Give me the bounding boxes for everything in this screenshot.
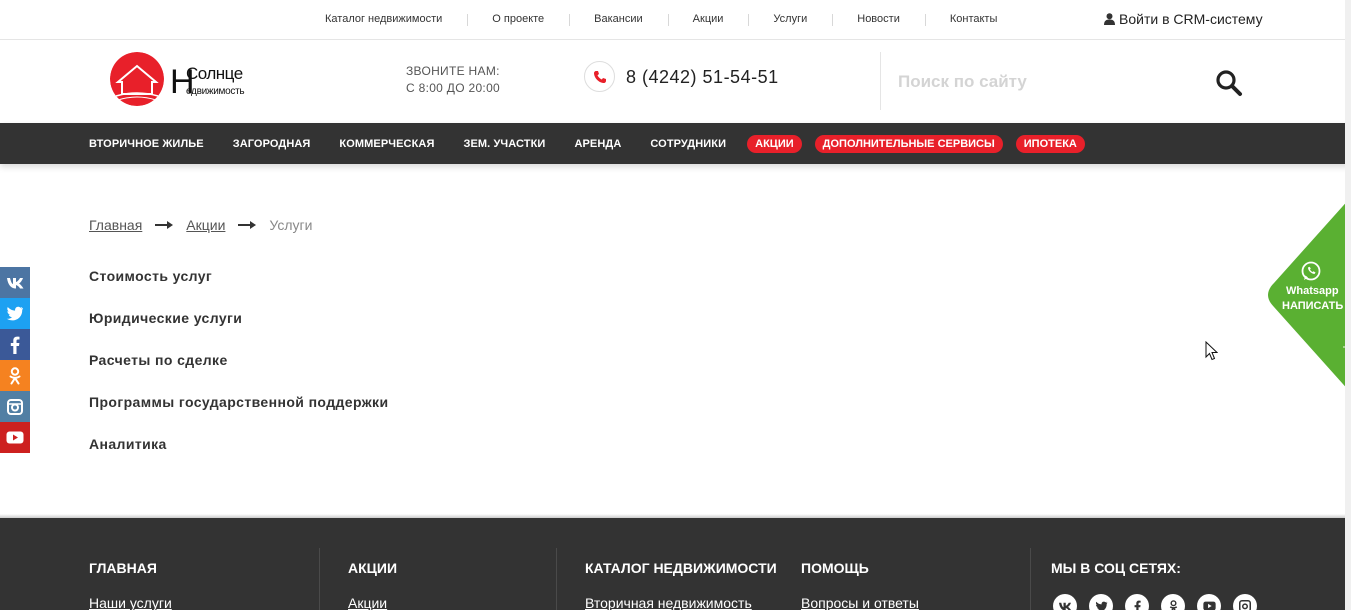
footer-link-faq[interactable]: Вопросы и ответы xyxy=(801,595,919,610)
mouse-cursor-icon xyxy=(1205,341,1218,361)
top-links: Каталог недвижимости О проекте Вакансии … xyxy=(300,13,1023,26)
whatsapp-label: Whatsapp xyxy=(1286,285,1339,297)
twitter-icon xyxy=(6,306,24,321)
footer-link-promo[interactable]: Акции xyxy=(348,595,387,610)
breadcrumb-promo[interactable]: Акции xyxy=(186,217,225,233)
toplink-catalog[interactable]: Каталог недвижимости xyxy=(300,13,467,25)
footer-title-catalog[interactable]: КАТАЛОГ НЕДВИЖИМОСТИ xyxy=(585,560,777,576)
service-link-gov-support[interactable]: Программы государственной поддержки xyxy=(89,394,388,436)
instagram-button[interactable] xyxy=(0,391,30,422)
vk-button[interactable] xyxy=(0,267,30,298)
search-input[interactable] xyxy=(898,70,1188,94)
footer-divider xyxy=(319,548,320,610)
footer-instagram-icon[interactable] xyxy=(1233,594,1257,610)
nav-item-staff[interactable]: СОТРУДНИКИ xyxy=(650,138,726,150)
service-link-legal[interactable]: Юридические услуги xyxy=(89,310,388,352)
footer-title-home[interactable]: ГЛАВНАЯ xyxy=(89,560,157,576)
odnoklassniki-button[interactable] xyxy=(0,360,30,391)
youtube-button[interactable] xyxy=(0,422,30,453)
nav-pill-mortgage[interactable]: ИПОТЕКА xyxy=(1015,134,1085,153)
main-nav: ВТОРИЧНОЕ ЖИЛЬЕ ЗАГОРОДНАЯ КОММЕРЧЕСКАЯ … xyxy=(0,123,1351,164)
odnoklassniki-icon xyxy=(9,366,21,384)
breadcrumb-home[interactable]: Главная xyxy=(89,217,142,233)
footer-link-secondary[interactable]: Вторичная недвижимость xyxy=(585,595,752,610)
toplink-vacancies[interactable]: Вакансии xyxy=(569,13,668,26)
footer-twitter-icon[interactable] xyxy=(1089,594,1113,610)
facebook-button[interactable] xyxy=(0,329,30,360)
arrow-right-icon xyxy=(155,221,174,229)
site-logo[interactable]: Н Солнце едвижимость xyxy=(108,52,248,108)
service-link-settlements[interactable]: Расчеты по сделке xyxy=(89,352,388,394)
breadcrumb-current: Услуги xyxy=(269,217,313,233)
whatsapp-write-label: НАПИСАТЬ xyxy=(1282,300,1344,312)
call-hours-label: С 8:00 ДО 20:00 xyxy=(406,81,501,95)
nav-item-rent[interactable]: АРЕНДА xyxy=(574,138,621,150)
toplink-promo[interactable]: Акции xyxy=(667,13,749,26)
user-icon xyxy=(1104,13,1115,25)
crm-login-label: Войти в CRM-систему xyxy=(1119,11,1263,27)
top-bar: Каталог недвижимости О проекте Вакансии … xyxy=(0,0,1351,40)
breadcrumb: Главная Акции Услуги xyxy=(89,217,312,233)
footer-title-help[interactable]: ПОМОЩЬ xyxy=(801,560,869,576)
site-footer: ГЛАВНАЯ Наши услуги АКЦИИ Акции КАТАЛОГ … xyxy=(0,514,1351,610)
phone-number[interactable]: 8 (4242) 51-54-51 xyxy=(626,67,779,88)
toplink-about[interactable]: О проекте xyxy=(467,13,569,26)
call-us-label: ЗВОНИТЕ НАМ: xyxy=(406,64,500,78)
toplink-news[interactable]: Новости xyxy=(832,13,925,26)
footer-divider xyxy=(1030,548,1031,610)
footer-title-social: МЫ В СОЦ СЕТЯХ: xyxy=(1051,560,1181,576)
logo-house-icon xyxy=(110,52,164,106)
services-list: Стоимость услуг Юридические услуги Расче… xyxy=(89,268,388,478)
arrow-right-icon xyxy=(238,221,257,229)
nav-pill-promo[interactable]: АКЦИИ xyxy=(747,134,802,153)
footer-facebook-icon[interactable] xyxy=(1125,594,1149,610)
crm-login-link[interactable]: Войти в CRM-систему xyxy=(1104,11,1263,27)
search-divider xyxy=(880,52,881,110)
phone-icon xyxy=(584,61,615,92)
footer-link-our-services[interactable]: Наши услуги xyxy=(89,595,172,610)
side-social-bar xyxy=(0,267,30,453)
logo-subtitle: едвижимость xyxy=(186,86,245,97)
site-header: Н Солнце едвижимость ЗВОНИТЕ НАМ: С 8:00… xyxy=(0,40,1351,123)
vk-icon xyxy=(7,277,24,288)
footer-odnoklassniki-icon[interactable] xyxy=(1161,594,1185,610)
search-icon xyxy=(1216,70,1242,96)
toplink-services[interactable]: Услуги xyxy=(748,13,832,26)
nav-item-land[interactable]: ЗЕМ. УЧАСТКИ xyxy=(463,138,545,150)
twitter-button[interactable] xyxy=(0,298,30,329)
footer-vk-icon[interactable] xyxy=(1053,594,1077,610)
footer-divider xyxy=(556,548,557,610)
call-hours: ЗВОНИТЕ НАМ: С 8:00 ДО 20:00 xyxy=(406,63,500,97)
nav-item-commercial[interactable]: КОММЕРЧЕСКАЯ xyxy=(339,138,434,150)
facebook-icon xyxy=(10,336,20,354)
youtube-icon xyxy=(6,431,24,444)
main-nav-items: ВТОРИЧНОЕ ЖИЛЬЕ ЗАГОРОДНАЯ КОММЕРЧЕСКАЯ … xyxy=(89,123,1106,164)
page-scrollbar[interactable] xyxy=(1345,0,1351,610)
toplink-contacts[interactable]: Контакты xyxy=(924,13,1023,26)
instagram-icon xyxy=(7,398,23,415)
service-link-analytics[interactable]: Аналитика xyxy=(89,436,388,478)
logo-title: Солнце xyxy=(186,64,243,83)
nav-item-secondary[interactable]: ВТОРИЧНОЕ ЖИЛЬЕ xyxy=(89,138,204,150)
nav-item-country[interactable]: ЗАГОРОДНАЯ xyxy=(233,138,311,150)
nav-pill-extra-services[interactable]: ДОПОЛНИТЕЛЬНЫЕ СЕРВИСЫ xyxy=(814,134,1003,153)
footer-title-promo[interactable]: АКЦИИ xyxy=(348,560,397,576)
search-button[interactable] xyxy=(1215,69,1243,97)
footer-social-icons xyxy=(1053,594,1257,610)
service-link-pricing[interactable]: Стоимость услуг xyxy=(89,268,388,310)
footer-youtube-icon[interactable] xyxy=(1197,594,1221,610)
